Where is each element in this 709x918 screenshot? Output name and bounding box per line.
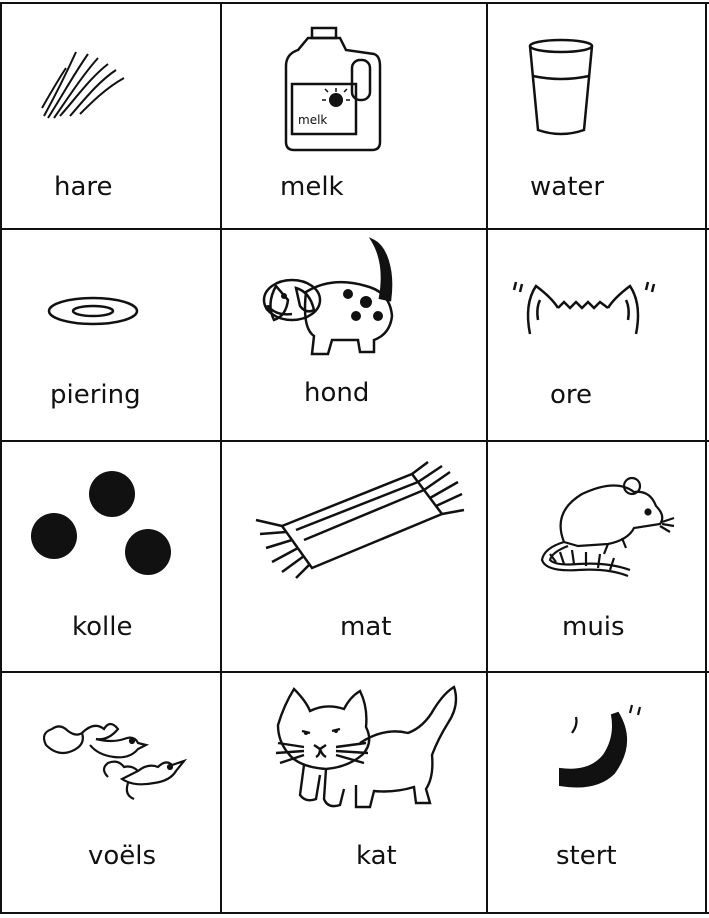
milk-jug-icon: melk: [284, 26, 382, 152]
card-word: kat: [356, 841, 397, 871]
card-word: hare: [54, 172, 113, 202]
card-word: water: [530, 172, 605, 202]
tail-icon: [559, 704, 642, 788]
saucer-icon: [47, 296, 139, 326]
card-water: water: [488, 4, 705, 228]
dog-icon: [262, 237, 394, 356]
three-dots-icon: [31, 471, 171, 575]
card-word: kolle: [72, 612, 133, 642]
card-word: muis: [562, 612, 625, 642]
card-melk: melk melk: [222, 4, 486, 228]
card-word: melk: [280, 172, 344, 202]
cat-ears-icon: [512, 281, 656, 335]
card-mat: mat: [222, 442, 486, 671]
card-stert: stert: [488, 673, 705, 912]
birds-icon: [42, 722, 188, 801]
card-word: voëls: [88, 841, 157, 871]
card-word: piering: [50, 380, 141, 410]
jug-label: melk: [298, 113, 327, 127]
card-word: hond: [304, 378, 370, 408]
card-word: stert: [556, 841, 617, 871]
card-word: mat: [340, 612, 392, 642]
mouse-icon: [540, 476, 675, 578]
card-voels: voëls: [2, 673, 220, 912]
hair-icon: [41, 51, 125, 119]
card-piering: piering: [2, 230, 220, 440]
cat-icon: [275, 685, 458, 809]
glass-of-water-icon: [528, 38, 594, 136]
card-ore: ore: [488, 230, 705, 440]
card-kolle: kolle: [2, 442, 220, 671]
card-muis: muis: [488, 442, 705, 671]
rug-icon: [255, 461, 465, 579]
flashcard-sheet: hare melk melk water piering hond ore ko…: [0, 0, 709, 918]
card-kat: kat: [222, 673, 486, 912]
grid-line-right: [705, 2, 707, 914]
card-hond: hond: [222, 230, 486, 440]
grid-line-bottom: [0, 912, 709, 914]
card-word: ore: [550, 380, 593, 410]
card-hare: hare: [2, 4, 220, 228]
